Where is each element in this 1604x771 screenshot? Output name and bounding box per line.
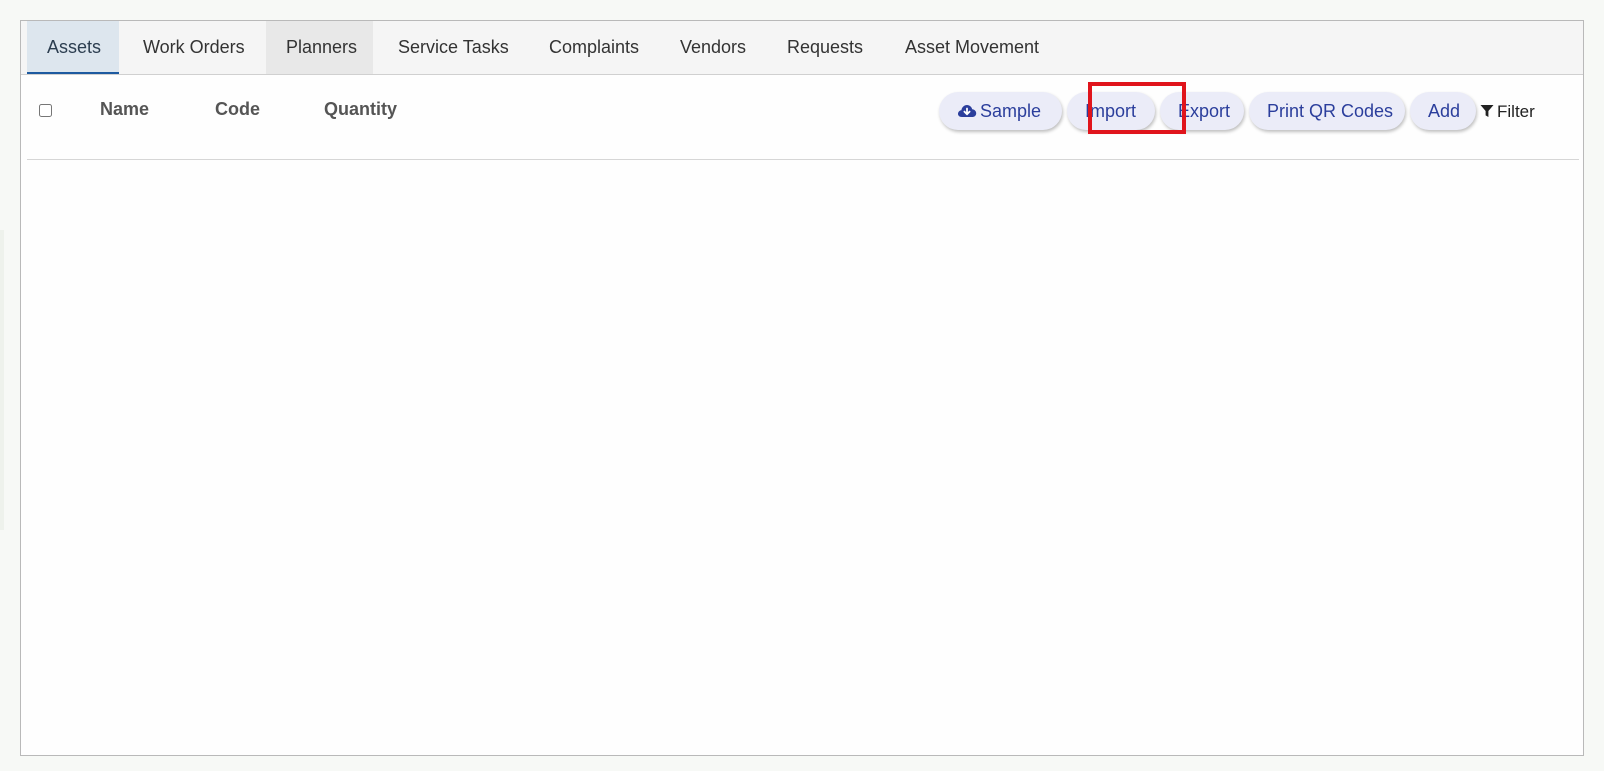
tab-complaints[interactable]: Complaints (529, 21, 655, 74)
assets-panel: Assets Work Orders Planners Service Task… (20, 20, 1584, 756)
print-qr-codes-button[interactable]: Print QR Codes (1249, 92, 1405, 130)
sample-button-label: Sample (980, 101, 1042, 121)
export-button[interactable]: Export (1160, 92, 1244, 130)
add-button[interactable]: Add (1410, 92, 1476, 130)
import-button-label: Import (1085, 101, 1137, 121)
column-header-code[interactable]: Code (215, 99, 260, 120)
funnel-icon (1480, 105, 1494, 117)
tab-planners[interactable]: Planners (266, 21, 373, 74)
print-qr-codes-button-label: Print QR Codes (1267, 101, 1394, 121)
column-header-quantity[interactable]: Quantity (324, 99, 397, 120)
table-header-row: Name Code Quantity Sample Import Export … (27, 76, 1579, 160)
import-button[interactable]: Import (1067, 92, 1155, 130)
module-tab-bar: Assets Work Orders Planners Service Task… (21, 21, 1583, 75)
export-button-label: Export (1178, 101, 1231, 121)
select-all-checkbox[interactable] (39, 104, 52, 117)
add-button-label: Add (1428, 101, 1461, 121)
filter-label: Filter (1497, 102, 1535, 121)
tab-requests[interactable]: Requests (767, 21, 880, 74)
filter-toggle[interactable]: Filter (1480, 102, 1535, 122)
page-edge-decoration (0, 230, 4, 530)
table-body (27, 161, 1579, 751)
tab-vendors[interactable]: Vendors (660, 21, 762, 74)
tab-work-orders[interactable]: Work Orders (123, 21, 263, 74)
sample-button[interactable]: Sample (939, 92, 1062, 130)
cloud-download-icon (957, 105, 977, 117)
tab-assets[interactable]: Assets (27, 21, 119, 74)
tab-service-tasks[interactable]: Service Tasks (378, 21, 524, 74)
column-header-name[interactable]: Name (100, 99, 149, 120)
tab-asset-movement[interactable]: Asset Movement (885, 21, 1053, 74)
